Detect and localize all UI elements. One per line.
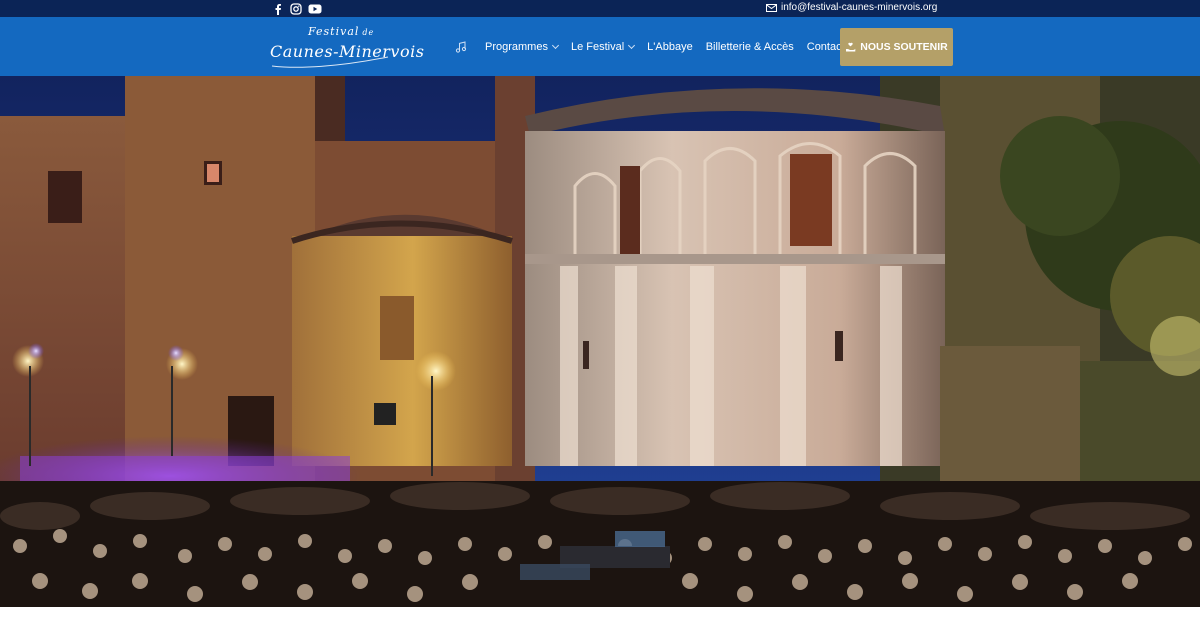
- chevron-down-icon: [628, 41, 636, 49]
- support-button[interactable]: NOUS SOUTENIR: [840, 28, 953, 66]
- nav-item-billetterie[interactable]: Billetterie & Accès: [706, 40, 794, 54]
- festival-logo[interactable]: Festival de Caunes-Minervois: [268, 25, 424, 69]
- page-bottom-strip: [0, 607, 1200, 627]
- support-button-label: NOUS SOUTENIR: [860, 41, 948, 53]
- main-nav: Programmes Le Festival L'Abbaye Billette…: [455, 17, 858, 76]
- nav-label: Billetterie & Accès: [705, 40, 794, 53]
- email-text: info@festival-caunes-minervois.org: [781, 2, 938, 13]
- main-header: Festival de Caunes-Minervois Programmes L…: [0, 17, 1200, 76]
- facebook-icon[interactable]: [272, 2, 284, 15]
- social-links: [272, 2, 322, 15]
- nav-label: Le Festival: [570, 40, 625, 53]
- music-note-icon[interactable]: [455, 40, 467, 53]
- logo-line-festival: Festival de: [308, 25, 375, 38]
- email-link[interactable]: info@festival-caunes-minervois.org: [766, 2, 937, 14]
- nav-label: Programmes: [485, 40, 548, 53]
- logo-line-caunes-minervois: Caunes-Minervois: [270, 42, 425, 61]
- nav-label: Contact: [806, 40, 845, 53]
- night-concert-abbey-photo: [0, 76, 1200, 607]
- nav-item-programmes[interactable]: Programmes: [485, 40, 560, 54]
- instagram-icon[interactable]: [290, 2, 302, 15]
- youtube-icon[interactable]: [308, 2, 322, 14]
- nav-label: L'Abbaye: [647, 40, 693, 53]
- nav-item-le-festival[interactable]: Le Festival: [570, 40, 636, 54]
- envelope-icon: [766, 4, 777, 12]
- top-bar: info@festival-caunes-minervois.org: [0, 0, 1200, 17]
- hero-photo: [0, 76, 1200, 607]
- hand-heart-icon: [845, 42, 856, 53]
- chevron-down-icon: [551, 41, 560, 49]
- nav-item-contact[interactable]: Contact: [807, 40, 845, 54]
- nav-item-abbaye[interactable]: L'Abbaye: [647, 40, 693, 54]
